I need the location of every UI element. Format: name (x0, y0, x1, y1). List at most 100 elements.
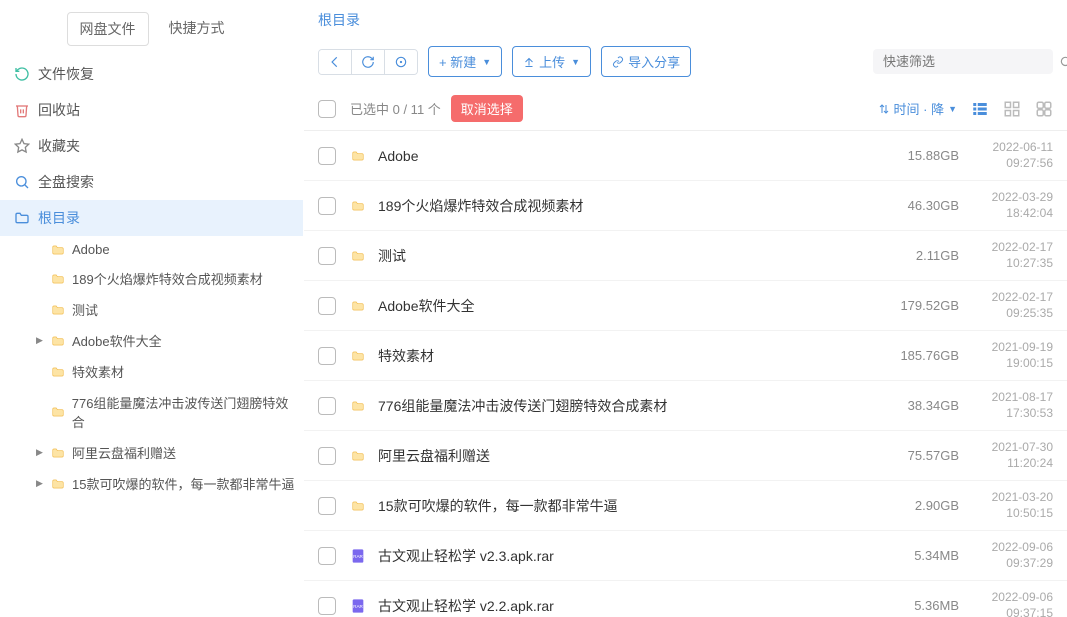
filter-input[interactable] (883, 54, 1059, 69)
file-name: 古文观止轻松学 v2.2.apk.rar (378, 596, 887, 616)
folder-icon (350, 149, 368, 163)
tree-item[interactable]: ▶ Adobe软件大全 (0, 325, 303, 356)
chevron-down-icon: ▼ (571, 57, 580, 67)
file-name: Adobe软件大全 (378, 296, 887, 316)
upload-button[interactable]: 上传 ▼ (512, 46, 591, 77)
folder-icon (350, 449, 368, 463)
tree-item[interactable]: ▶ 阿里云盘福利赠送 (0, 437, 303, 468)
import-share-button[interactable]: 导入分享 (601, 46, 691, 77)
row-checkbox[interactable] (318, 147, 336, 165)
new-button[interactable]: + 新建 ▼ (428, 46, 502, 77)
grid-view-button[interactable] (1003, 100, 1021, 118)
cancel-selection-button[interactable]: 取消选择 (451, 95, 523, 122)
tree-item[interactable]: 测试 (0, 294, 303, 325)
refresh-button[interactable] (352, 50, 385, 74)
nav-label: 根目录 (38, 208, 80, 228)
file-name: 189个火焰爆炸特效合成视频素材 (378, 196, 887, 216)
caret-icon: ▶ (36, 335, 50, 346)
file-size: 185.76GB (887, 348, 967, 363)
row-checkbox[interactable] (318, 397, 336, 415)
tab-disk-files[interactable]: 网盘文件 (67, 12, 149, 46)
file-row[interactable]: 776组能量魔法冲击波传送门翅膀特效合成素材38.34GB2021-08-171… (304, 381, 1067, 431)
file-name: 阿里云盘福利赠送 (378, 446, 887, 466)
file-size: 179.52GB (887, 298, 967, 313)
nav-label: 文件恢复 (38, 64, 94, 84)
file-row[interactable]: Adobe15.88GB2022-06-1109:27:56 (304, 131, 1067, 181)
file-row[interactable]: 189个火焰爆炸特效合成视频素材46.30GB2022-03-2918:42:0… (304, 181, 1067, 231)
nav-label: 全盘搜索 (38, 172, 94, 192)
file-row[interactable]: RAR古文观止轻松学 v2.3.apk.rar5.34MB2022-09-060… (304, 531, 1067, 581)
file-name: Adobe (378, 148, 887, 164)
file-size: 15.88GB (887, 148, 967, 163)
tree-item[interactable]: 189个火焰爆炸特效合成视频素材 (0, 263, 303, 294)
caret-icon: ▶ (36, 478, 50, 489)
row-checkbox[interactable] (318, 497, 336, 515)
file-row[interactable]: 15款可吹爆的软件，每一款都非常牛逼2.90GB2021-03-2010:50:… (304, 481, 1067, 531)
tree-item-label: Adobe软件大全 (72, 331, 162, 350)
import-share-label: 导入分享 (628, 52, 680, 71)
tree-item-label: 特效素材 (72, 362, 124, 381)
list-view-button[interactable] (971, 100, 989, 118)
folder-icon (350, 299, 368, 313)
nav-global-search[interactable]: 全盘搜索 (0, 164, 303, 200)
search-icon (12, 174, 32, 190)
row-checkbox[interactable] (318, 447, 336, 465)
new-button-label: + 新建 (439, 52, 476, 71)
nav-root[interactable]: 根目录 (0, 200, 303, 236)
folder-icon (50, 334, 66, 348)
file-row[interactable]: Adobe软件大全179.52GB2022-02-1709:25:35 (304, 281, 1067, 331)
tree-item[interactable]: ▶15款可吹爆的软件，每一款都非常牛逼 (0, 468, 303, 499)
rar-icon: RAR (350, 598, 368, 614)
tab-shortcuts[interactable]: 快捷方式 (157, 12, 237, 46)
tree-item-label: 测试 (72, 300, 98, 319)
file-row[interactable]: 阿里云盘福利赠送75.57GB2021-07-3011:20:24 (304, 431, 1067, 481)
nav-file-recovery[interactable]: 文件恢复 (0, 56, 303, 92)
file-name: 776组能量魔法冲击波传送门翅膀特效合成素材 (378, 396, 887, 416)
file-date: 2022-06-1109:27:56 (967, 140, 1053, 171)
nav-favorites[interactable]: 收藏夹 (0, 128, 303, 164)
file-row[interactable]: 特效素材185.76GB2021-09-1919:00:15 (304, 331, 1067, 381)
file-row[interactable]: RAR古文观止轻松学 v2.2.apk.rar5.36MB2022-09-060… (304, 581, 1067, 617)
row-checkbox[interactable] (318, 297, 336, 315)
folder-tree: Adobe189个火焰爆炸特效合成视频素材测试 ▶ Adobe软件大全特效素材 776… (0, 236, 303, 499)
nav-recycle-bin[interactable]: 回收站 (0, 92, 303, 128)
caret-icon: ▶ (36, 447, 50, 458)
file-date: 2022-09-0609:37:15 (967, 590, 1053, 617)
tree-item[interactable]: 特效素材 (0, 356, 303, 387)
select-all-checkbox[interactable] (318, 100, 336, 118)
tree-item-label: 阿里云盘福利赠送 (72, 443, 176, 462)
file-list: Adobe15.88GB2022-06-1109:27:56189个火焰爆炸特效… (304, 131, 1067, 617)
file-name: 测试 (378, 246, 887, 266)
row-checkbox[interactable] (318, 597, 336, 615)
sort-toggle[interactable]: 时间 · 降 ▼ (878, 99, 957, 118)
tree-item[interactable]: Adobe (0, 236, 303, 263)
file-size: 46.30GB (887, 198, 967, 213)
folder-icon (50, 365, 66, 379)
target-button[interactable] (385, 50, 417, 74)
svg-text:RAR: RAR (353, 554, 363, 559)
file-size: 75.57GB (887, 448, 967, 463)
file-size: 38.34GB (887, 398, 967, 413)
row-checkbox[interactable] (318, 197, 336, 215)
breadcrumb[interactable]: 根目录 (304, 0, 1067, 40)
trash-icon (12, 102, 32, 118)
row-checkbox[interactable] (318, 547, 336, 565)
search-icon (1059, 55, 1067, 69)
file-name: 古文观止轻松学 v2.3.apk.rar (378, 546, 887, 566)
row-checkbox[interactable] (318, 347, 336, 365)
file-date: 2022-03-2918:42:04 (967, 190, 1053, 221)
back-button[interactable] (319, 50, 352, 74)
file-size: 2.90GB (887, 498, 967, 513)
row-checkbox[interactable] (318, 247, 336, 265)
svg-text:RAR: RAR (353, 604, 363, 609)
file-date: 2022-02-1709:25:35 (967, 290, 1053, 321)
file-name: 特效素材 (378, 346, 887, 366)
large-grid-view-button[interactable] (1035, 100, 1053, 118)
file-row[interactable]: 测试2.11GB2022-02-1710:27:35 (304, 231, 1067, 281)
folder-icon (350, 499, 368, 513)
folder-icon (350, 349, 368, 363)
filter-box[interactable] (873, 49, 1053, 74)
toolbar: + 新建 ▼ 上传 ▼ 导入分享 (304, 40, 1067, 87)
star-icon (12, 138, 32, 154)
tree-item[interactable]: 776组能量魔法冲击波传送门翅膀特效合 (0, 387, 303, 437)
